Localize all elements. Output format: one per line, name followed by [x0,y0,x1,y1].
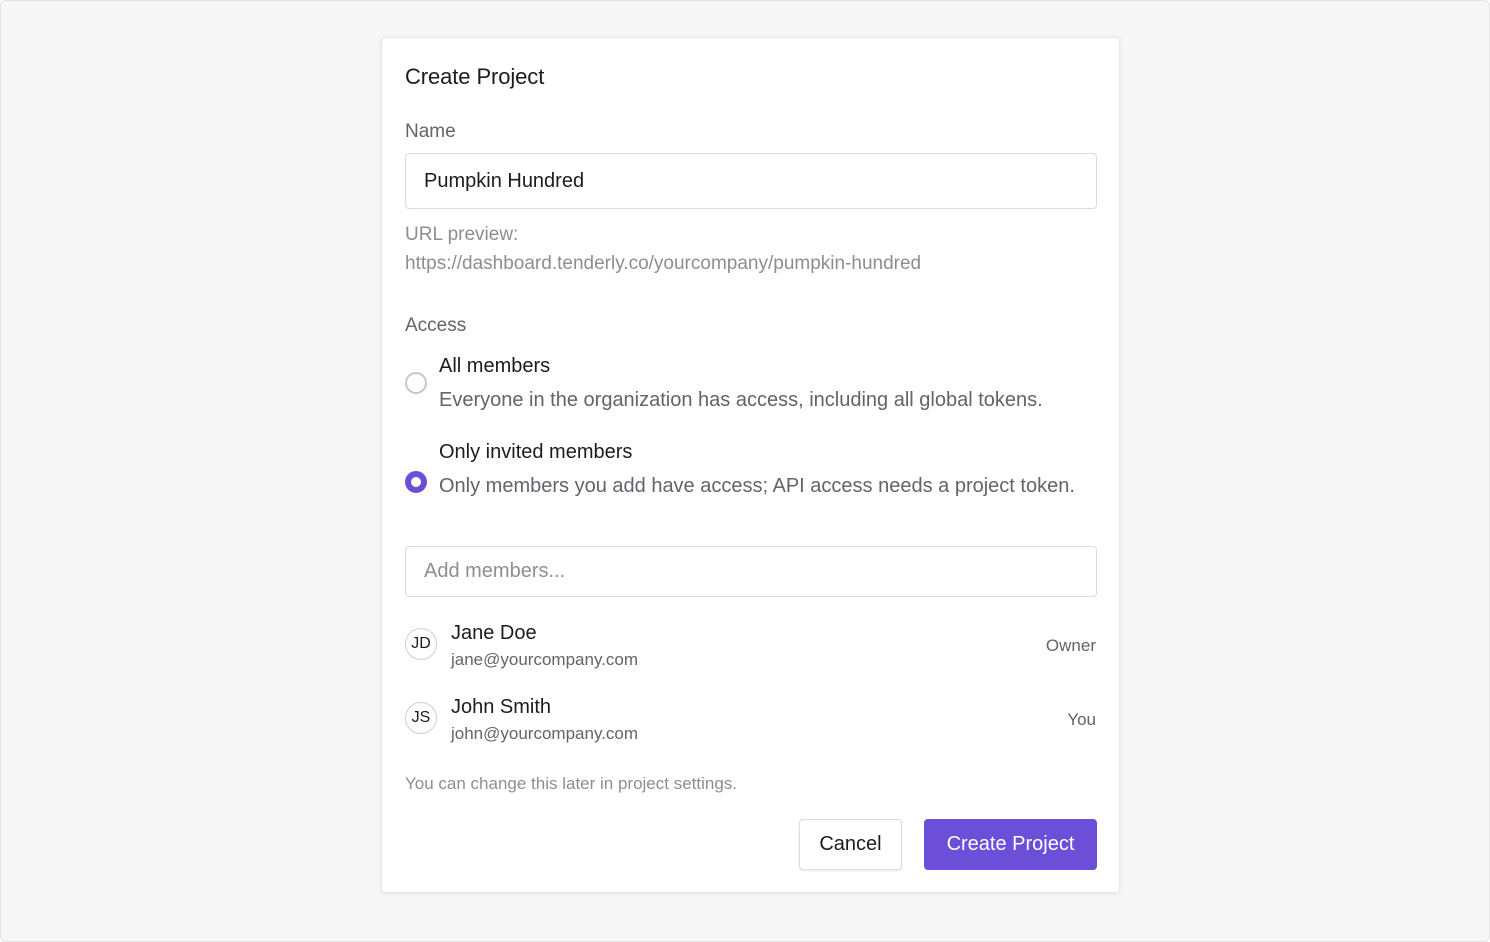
member-role: Owner [1045,636,1096,655]
avatar: JS [405,702,437,734]
radio-all-members[interactable] [405,372,427,394]
option-only-invited-description: Only members you add have access; API ac… [439,475,1075,497]
url-preview-label: URL preview: [405,224,519,245]
dialog-title: Create Project [405,64,545,89]
add-members-input[interactable] [405,546,1097,597]
cancel-button[interactable]: Cancel [799,819,902,870]
project-name-input[interactable] [405,153,1097,209]
member-email: jane@yourcompany.com [451,650,639,669]
create-project-button[interactable]: Create Project [924,819,1097,870]
option-all-members-title[interactable]: All members [439,355,550,378]
create-project-dialog: Create Project Name URL preview: https:/… [381,37,1120,893]
name-label: Name [405,121,456,142]
member-name: Jane Doe [451,622,537,644]
url-preview-value: https://dashboard.tenderly.co/yourcompan… [405,253,922,274]
member-name: John Smith [451,696,552,718]
avatar: JD [405,628,437,660]
option-all-members-description: Everyone in the organization has access,… [439,389,1043,411]
option-only-invited-title[interactable]: Only invited members [439,441,632,464]
settings-hint: You can change this later in project set… [405,774,738,793]
member-role: You [1067,710,1096,729]
member-email: john@yourcompany.com [451,724,639,743]
radio-only-invited-members[interactable] [405,471,427,493]
access-label: Access [405,315,467,336]
